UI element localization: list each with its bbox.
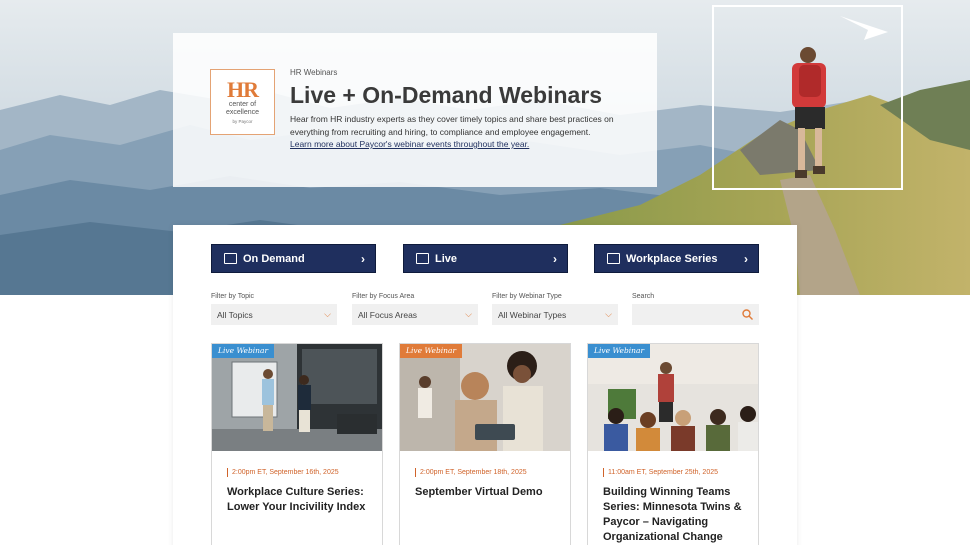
webinar-date: 2:00pm ET, September 18th, 2025: [415, 468, 527, 477]
play-icon: [416, 253, 429, 264]
search-input[interactable]: [632, 304, 759, 325]
filter-topic-label: Filter by Topic: [211, 293, 255, 300]
webinar-card[interactable]: Live Webinar 11:00am ET, September 25th,…: [587, 343, 759, 545]
live-label: Live: [435, 252, 458, 265]
live-webinar-badge: Live Webinar: [588, 344, 651, 358]
search-label: Search: [632, 293, 655, 300]
chevron-down-icon: ⌵: [465, 309, 472, 319]
live-button[interactable]: Live ›: [403, 244, 568, 273]
filter-topic-select[interactable]: All Topics ⌵: [211, 304, 337, 325]
logo-mark: HR: [227, 77, 259, 102]
live-webinar-badge: Live Webinar: [212, 344, 275, 358]
intro-description: Hear from HR industry experts as they co…: [290, 114, 614, 137]
logo-line1: center of: [228, 101, 257, 108]
chevron-right-icon: ›: [361, 251, 365, 266]
search-icon[interactable]: [742, 309, 753, 320]
filter-focus-select[interactable]: All Focus Areas ⌵: [352, 304, 478, 325]
webinar-card[interactable]: Live Webinar 2:00pm ET, September 16th, …: [211, 343, 383, 545]
learn-more-link[interactable]: Learn more about Paycor's webinar events…: [290, 139, 529, 149]
filter-type-label: Filter by Webinar Type: [492, 293, 562, 300]
card-image-meeting-whiteboard[interactable]: Live Webinar: [212, 344, 382, 451]
workplace-series-button[interactable]: Workplace Series ›: [594, 244, 759, 273]
webinar-title[interactable]: Workplace Culture Series: Lower Your Inc…: [227, 485, 377, 515]
webinar-date: 2:00pm ET, September 16th, 2025: [227, 468, 339, 477]
on-demand-label: On Demand: [243, 252, 305, 265]
page-title: Live + On-Demand Webinars: [290, 82, 603, 108]
webinar-title[interactable]: Building Winning Teams Series: Minnesota…: [603, 485, 753, 545]
card-image-presentation-audience[interactable]: Live Webinar: [588, 344, 758, 451]
webinar-date: 11:00am ET, September 25th, 2025: [603, 468, 718, 477]
webinar-card[interactable]: Live Webinar 2:00pm ET, September 18th, …: [399, 343, 571, 545]
filter-focus-label: Filter by Focus Area: [352, 293, 415, 300]
filter-type-select[interactable]: All Webinar Types ⌵: [492, 304, 618, 325]
video-icon: [224, 253, 237, 264]
logo-byline: by Paycor: [232, 119, 253, 124]
intro-card: HR center of excellence by Paycor HR Web…: [173, 33, 657, 187]
live-webinar-badge: Live Webinar: [400, 344, 463, 358]
paycor-arrow-icon: [840, 16, 888, 40]
card-image-coworkers-tablet[interactable]: Live Webinar: [400, 344, 570, 451]
chevron-right-icon: ›: [553, 251, 557, 266]
eyebrow-label: HR Webinars: [290, 68, 338, 77]
webinar-title[interactable]: September Virtual Demo: [415, 485, 565, 500]
calendar-icon: [607, 253, 620, 264]
chevron-right-icon: ›: [744, 251, 748, 266]
hr-center-of-excellence-logo: HR center of excellence by Paycor: [210, 69, 275, 135]
on-demand-button[interactable]: On Demand ›: [211, 244, 376, 273]
chevron-down-icon: ⌵: [605, 309, 612, 319]
filter-type-value: All Webinar Types: [498, 309, 567, 320]
workplace-series-label: Workplace Series: [626, 252, 718, 265]
filter-topic-value: All Topics: [217, 309, 253, 320]
chevron-down-icon: ⌵: [324, 309, 331, 319]
filter-focus-value: All Focus Areas: [358, 309, 418, 320]
logo-line2: excellence: [225, 109, 260, 116]
